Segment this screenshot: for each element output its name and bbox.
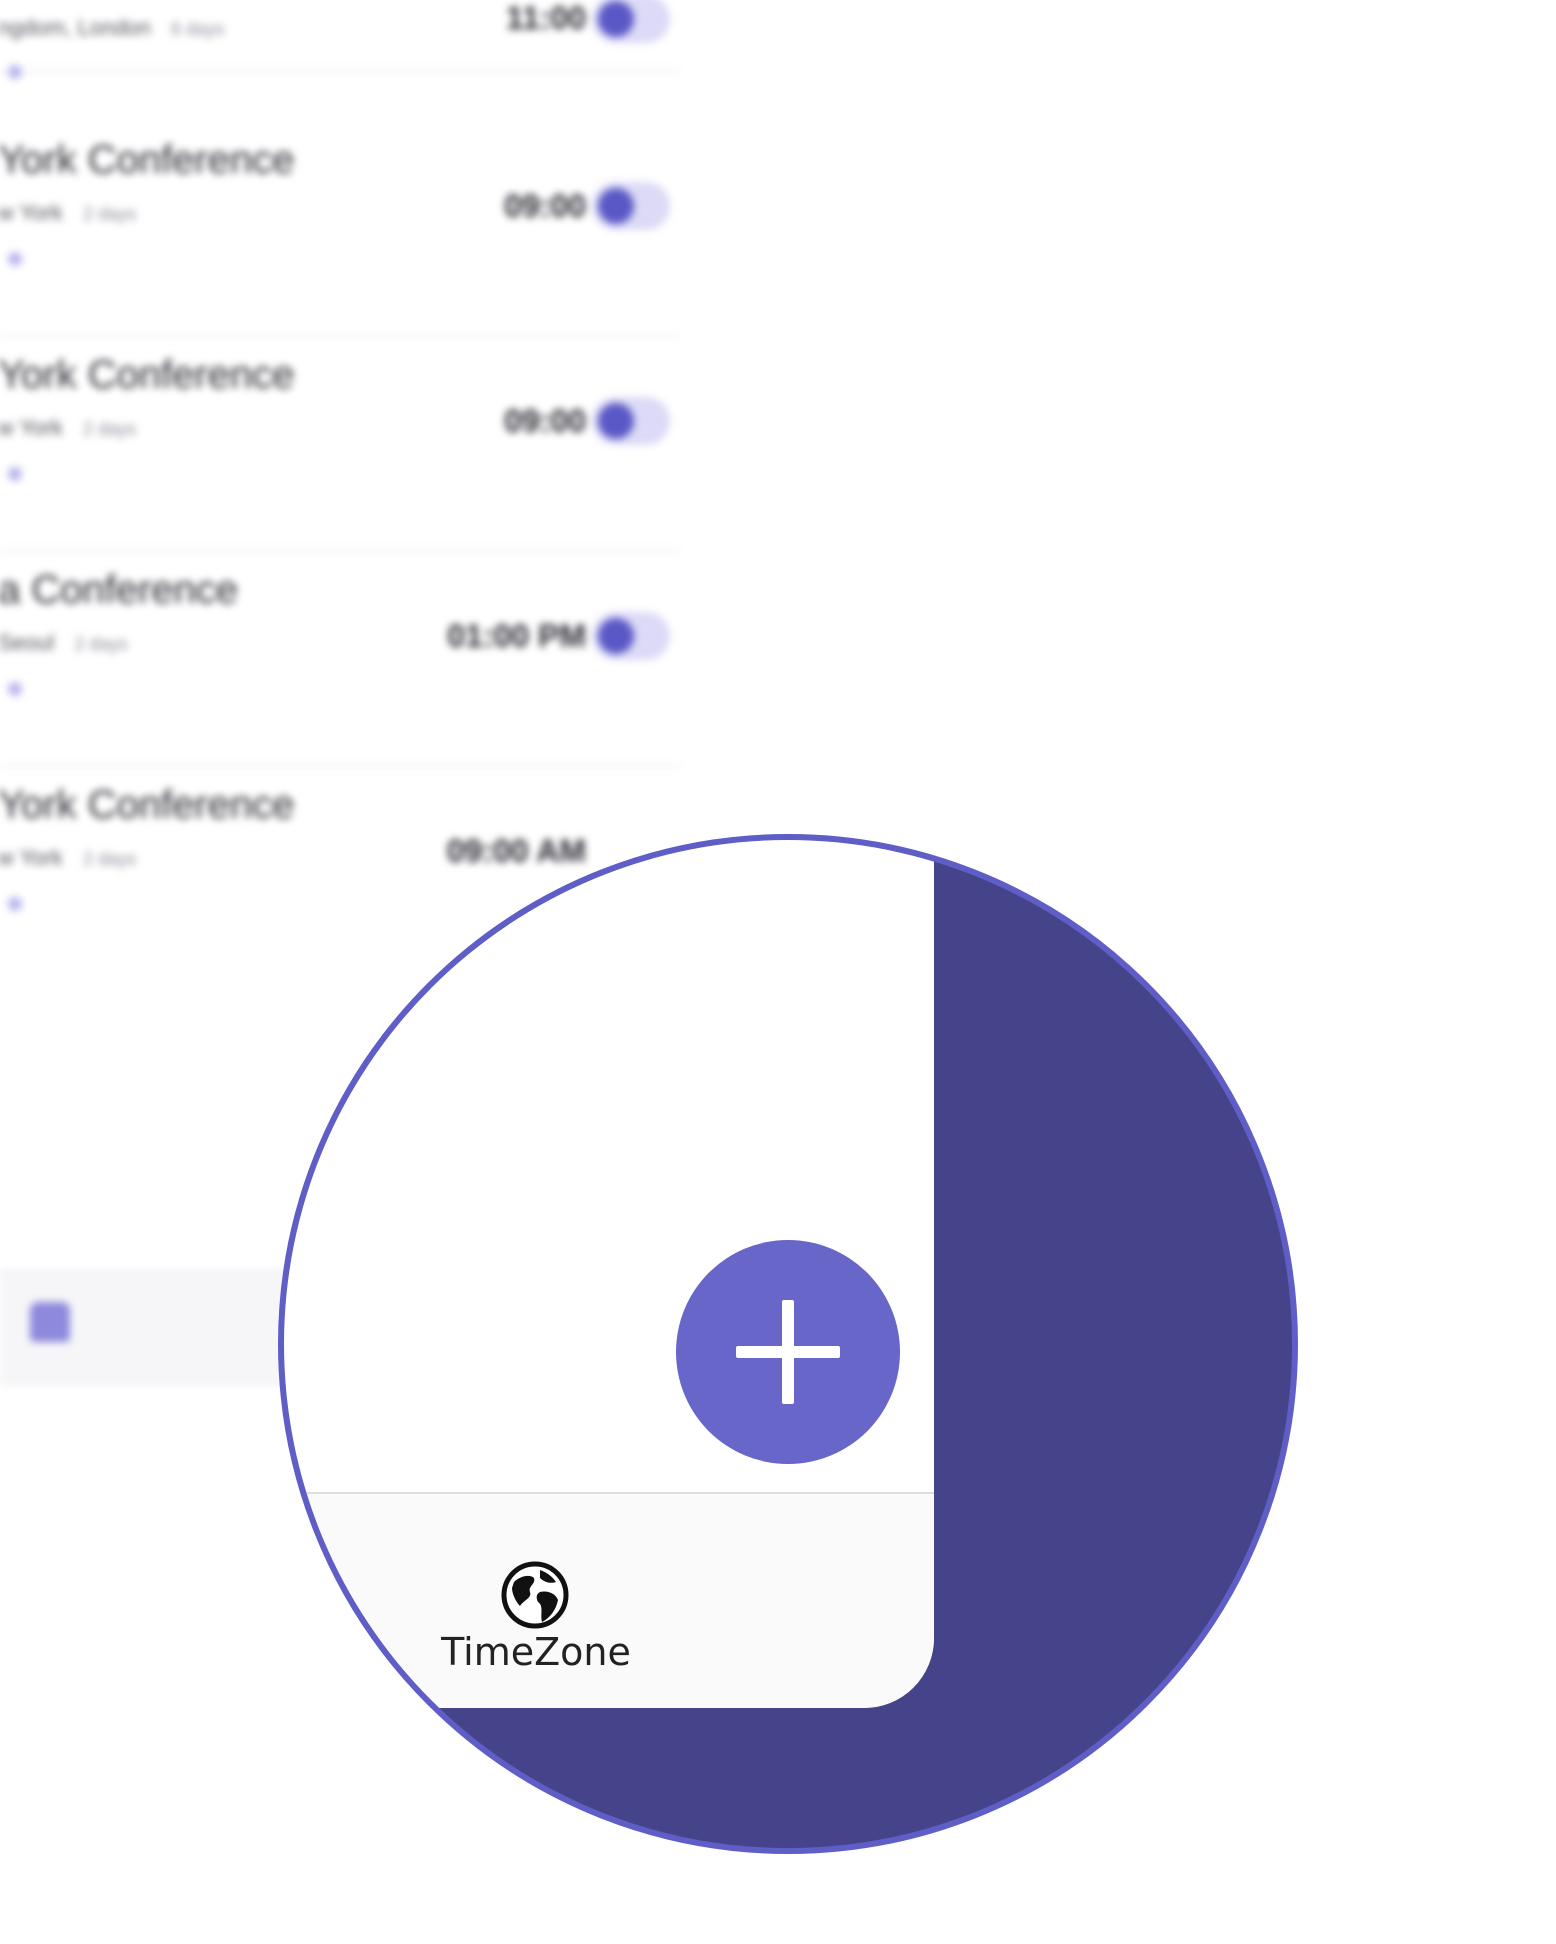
toggle-knob bbox=[598, 618, 634, 654]
list-item-title: York Conference bbox=[0, 138, 295, 182]
list-item[interactable]: York Conference w York 2 days 09:00 bbox=[0, 120, 680, 337]
list-item-days: 2 days bbox=[82, 849, 136, 869]
magnifier-lens: TimeZone bbox=[278, 834, 1298, 1854]
list-item-location: w York 2 days bbox=[0, 415, 136, 441]
zoomed-app-screen: TimeZone bbox=[284, 840, 934, 1708]
list-item-location: Seoul 2 days bbox=[0, 630, 127, 656]
status-dot bbox=[8, 252, 22, 266]
list-item-time: 11:00 bbox=[505, 0, 586, 36]
list-item-location: w York 2 days bbox=[0, 200, 136, 226]
status-dot bbox=[8, 65, 22, 79]
list-item-days: 2 days bbox=[74, 634, 128, 654]
list-item[interactable]: ngdom, London 6 days 11:00 bbox=[0, 0, 680, 79]
list-item-time: 01:00 PM bbox=[447, 618, 586, 654]
list-item[interactable]: York Conference w York 2 days 09:00 bbox=[0, 335, 680, 552]
list-item-location-text: w York bbox=[0, 415, 63, 440]
list-item-title: York Conference bbox=[0, 353, 295, 397]
list-item-location-text: Seoul bbox=[0, 630, 55, 655]
home-icon[interactable] bbox=[30, 1302, 70, 1342]
list-item-location: w York 2 days bbox=[0, 845, 136, 871]
globe-icon bbox=[501, 1561, 569, 1629]
status-dot bbox=[8, 682, 22, 696]
list-item-location-text: w York bbox=[0, 200, 63, 225]
tab-timezone[interactable]: TimeZone bbox=[436, 1560, 636, 1680]
alarm-toggle[interactable] bbox=[592, 182, 670, 230]
toggle-knob bbox=[598, 188, 634, 224]
tab-timezone-label: TimeZone bbox=[441, 1630, 631, 1674]
list-item-title: a Conference bbox=[0, 568, 239, 612]
toggle-knob bbox=[598, 403, 634, 439]
list-item[interactable]: a Conference Seoul 2 days 01:00 PM bbox=[0, 550, 680, 767]
status-dot bbox=[8, 897, 22, 911]
screen: ngdom, London 6 days 11:00 York Conferen… bbox=[0, 0, 1556, 1944]
plus-icon-vertical bbox=[782, 1300, 794, 1404]
list-item-time: 09:00 bbox=[504, 188, 586, 224]
list-item-title: York Conference bbox=[0, 783, 295, 827]
list-item-days: 2 days bbox=[82, 204, 136, 224]
alarm-toggle[interactable] bbox=[592, 397, 670, 445]
list-item-location-text: ngdom, London bbox=[0, 15, 151, 40]
toggle-knob bbox=[598, 1, 634, 37]
list-item-days: 2 days bbox=[82, 419, 136, 439]
list-item-days: 6 days bbox=[171, 19, 225, 39]
alarm-toggle[interactable] bbox=[592, 612, 670, 660]
list-item-location-text: w York bbox=[0, 845, 63, 870]
tab-bar: TimeZone bbox=[284, 1492, 934, 1708]
alarm-toggle[interactable] bbox=[592, 0, 670, 43]
list-item-time: 09:00 bbox=[504, 403, 586, 439]
add-button[interactable] bbox=[676, 1240, 900, 1464]
list-item-location: ngdom, London 6 days bbox=[0, 15, 224, 41]
status-dot bbox=[8, 467, 22, 481]
